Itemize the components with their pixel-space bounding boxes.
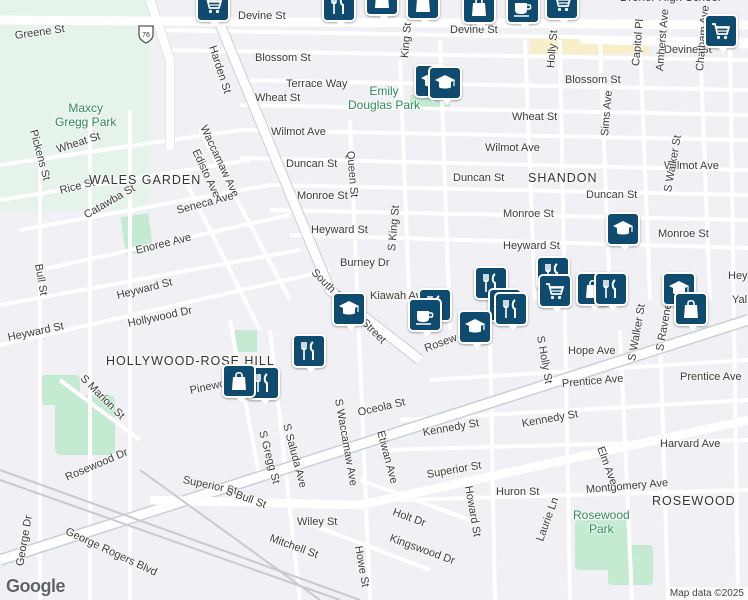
- google-logo: Google: [6, 576, 66, 596]
- map-canvas[interactable]: 76 Devine St Devine St Devine St Greene St B…: [0, 0, 748, 600]
- cart-marker-icon[interactable]: [704, 14, 738, 53]
- bag-marker-icon[interactable]: [365, 0, 399, 21]
- coffee-marker-icon[interactable]: [506, 0, 540, 29]
- svg-text:76: 76: [142, 32, 150, 39]
- school-marker-icon[interactable]: [428, 66, 462, 105]
- highway-shield-icon: 76: [138, 25, 154, 44]
- restaurant-marker-icon[interactable]: [594, 272, 628, 311]
- bag-marker-icon[interactable]: [462, 0, 496, 29]
- school-marker-icon[interactable]: [332, 292, 366, 331]
- restaurant-marker-icon[interactable]: [292, 334, 326, 373]
- restaurant-marker-icon[interactable]: [322, 0, 356, 27]
- bag-marker-icon[interactable]: [222, 364, 256, 403]
- bag-marker-icon[interactable]: [406, 0, 440, 25]
- bag-marker-icon[interactable]: [674, 292, 708, 331]
- map-attribution[interactable]: Map data ©2025: [665, 587, 748, 600]
- coffee-marker-icon[interactable]: [408, 298, 442, 337]
- cart-marker-icon[interactable]: [545, 0, 579, 25]
- cart-marker-icon[interactable]: [538, 274, 572, 313]
- restaurant-marker-icon[interactable]: [494, 292, 528, 331]
- school-marker-icon[interactable]: [458, 310, 492, 349]
- map-base-layer: [0, 0, 748, 600]
- school-marker-icon[interactable]: [606, 212, 640, 251]
- cart-marker-icon[interactable]: [196, 0, 230, 27]
